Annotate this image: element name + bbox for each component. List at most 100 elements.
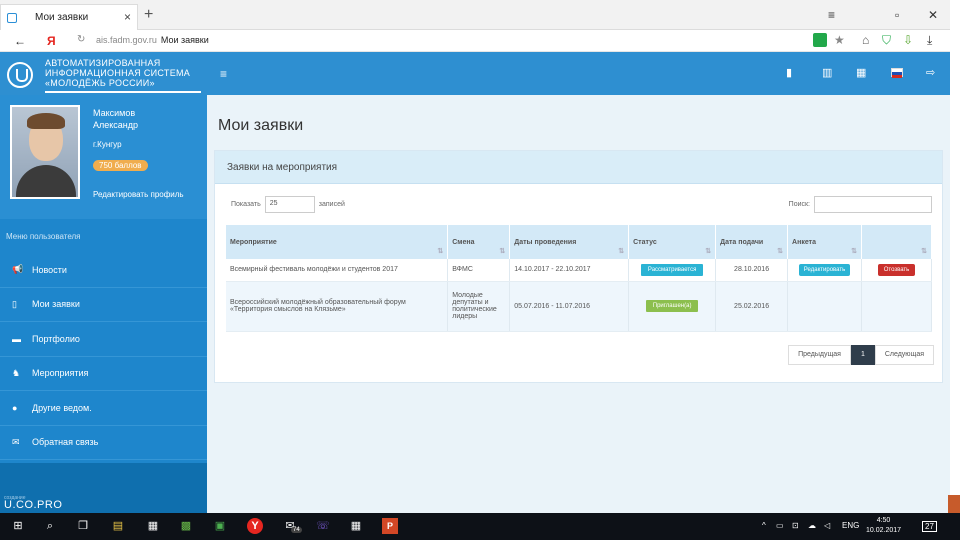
- book-icon[interactable]: ▮: [786, 66, 792, 79]
- column-header-form[interactable]: Анкета ⇅: [787, 225, 863, 259]
- sidebar-item-events[interactable]: ♞ Мероприятия: [0, 357, 207, 391]
- sidebar-item-my-requests[interactable]: ▯ Мои заявки: [0, 288, 207, 322]
- column-label: Статус: [633, 238, 657, 246]
- column-header-shift[interactable]: Смена ⇅: [447, 225, 511, 259]
- main-content: Мои заявки Заявки на мероприятия Показат…: [207, 95, 950, 513]
- cell-shift: Молодые депутаты и политические лидеры: [447, 281, 511, 332]
- tray-network-icon[interactable]: ☁: [808, 521, 816, 530]
- table-header-row: Мероприятие ⇅ Смена ⇅ Даты проведения ⇅ Ста…: [226, 225, 932, 259]
- yandex-browser-icon[interactable]: Y: [247, 518, 263, 534]
- column-header-event[interactable]: Мероприятие ⇅: [226, 225, 449, 259]
- cell-dates: 05.07.2016 - 11.07.2016: [509, 281, 630, 332]
- viber-icon[interactable]: ☏: [315, 518, 331, 534]
- windows-start-icon[interactable]: ⊞: [10, 518, 26, 534]
- edit-profile-link[interactable]: Редактировать профиль: [93, 190, 184, 199]
- language-indicator[interactable]: ENG: [842, 521, 859, 530]
- language-flag-icon[interactable]: [891, 68, 903, 78]
- calculator-icon[interactable]: ▦: [348, 518, 364, 534]
- browser-tab[interactable]: Мои заявки ×: [0, 4, 138, 30]
- search-icon[interactable]: ⌕: [42, 518, 58, 534]
- sort-icon: ⇅: [851, 248, 858, 255]
- folder-icon: ▬: [12, 333, 21, 344]
- tab-close-icon[interactable]: ×: [124, 10, 131, 24]
- tray-battery-icon[interactable]: ▭: [776, 521, 784, 530]
- profile-block: Максимов Александр г.Кунгур 750 баллов Р…: [0, 95, 207, 219]
- tray-volume-icon[interactable]: ◁: [824, 521, 830, 530]
- pagination-page-button[interactable]: 1: [850, 345, 875, 365]
- grid-icon[interactable]: ▦: [856, 66, 866, 79]
- photos-icon[interactable]: ▩: [178, 518, 194, 534]
- sidebar-item-news[interactable]: 📢 Новости: [0, 253, 207, 288]
- sort-icon: ⇅: [437, 248, 444, 255]
- column-label: Дата подачи: [720, 238, 764, 246]
- column-label: Даты проведения: [514, 238, 577, 246]
- sidebar-item-other-agencies[interactable]: ● Другие ведом.: [0, 391, 207, 426]
- sidebar-item-label: Обратная связь: [32, 437, 99, 448]
- tray-keyboard-icon[interactable]: ⊡: [792, 521, 799, 530]
- footer-brand[interactable]: U.CO.PRO: [4, 499, 62, 511]
- sidebar: Максимов Александр г.Кунгур 750 баллов Р…: [0, 95, 207, 513]
- file-explorer-icon[interactable]: ▤: [110, 518, 126, 534]
- status-badge: Приглашен(а): [645, 300, 699, 312]
- taskbar: ⊞ ⌕ ❐ ▤ ▦ ▩ ▣ Y ✉ 74 ☏ ▦ P ^ ▭ ⊡ ☁ ◁ ENG…: [0, 513, 960, 540]
- mail-badge: 74: [291, 527, 302, 533]
- map-marker-icon: ●: [12, 402, 18, 413]
- table-row: Всероссийский молодёжный образовательный…: [226, 281, 932, 332]
- search-label: Поиск:: [788, 201, 810, 208]
- avatar-body: [16, 165, 76, 197]
- task-view-icon[interactable]: ❐: [75, 518, 91, 534]
- profile-name: Максимов Александр: [93, 107, 138, 131]
- pagination-next-button[interactable]: Следующая: [874, 345, 934, 365]
- store-icon[interactable]: ▦: [145, 518, 161, 534]
- url-field[interactable]: ais.fadm.gov.ru Мои заявки: [96, 35, 209, 45]
- powerpoint-icon[interactable]: P: [382, 518, 398, 534]
- column-header-submitted[interactable]: Дата подачи ⇅: [715, 225, 789, 259]
- app-header: АВТОМАТИЗИРОВАННАЯ ИНФОРМАЦИОННАЯ СИСТЕМ…: [0, 52, 950, 95]
- withdraw-button[interactable]: Отозвать: [877, 263, 916, 276]
- column-header-actions[interactable]: ⇅: [861, 225, 932, 259]
- column-header-status[interactable]: Статус ⇅: [628, 225, 717, 259]
- edit-form-button[interactable]: Редактировать: [798, 263, 851, 276]
- home-icon[interactable]: ⌂: [862, 33, 869, 47]
- bookmark-star-icon[interactable]: ★: [834, 33, 845, 47]
- download-ext-icon[interactable]: ⇩: [903, 33, 913, 47]
- browser-tabbar: Мои заявки × + ≡ ▫ ✕: [0, 0, 950, 30]
- cell-shift: ВФМС: [447, 259, 511, 282]
- search-control: Поиск:: [789, 196, 932, 213]
- hamburger-menu-icon[interactable]: ≡: [220, 67, 227, 81]
- notification-center-icon[interactable]: 27: [922, 521, 937, 532]
- back-icon[interactable]: ←: [14, 34, 26, 48]
- close-window-icon[interactable]: ✕: [928, 8, 938, 22]
- taskbar-clock[interactable]: 4:50 10.02.2017: [866, 516, 901, 536]
- menu-icon[interactable]: ≡: [828, 8, 835, 22]
- sidebar-item-portfolio[interactable]: ▬ Портфолио: [0, 322, 207, 357]
- profile-city: г.Кунгур: [93, 140, 122, 149]
- sidebar-item-label: Портфолио: [32, 333, 80, 344]
- pagination-prev-button[interactable]: Предыдущая: [788, 345, 851, 365]
- sidebar-item-label: Мероприятия: [32, 368, 89, 379]
- reload-icon[interactable]: ↻: [77, 34, 85, 45]
- cell-status: Приглашен(а): [628, 281, 717, 332]
- logout-icon[interactable]: ⇨: [926, 66, 935, 79]
- restore-icon[interactable]: ▫: [895, 8, 899, 22]
- profile-surname: Максимов: [93, 108, 136, 118]
- logo-line-2: ИНФОРМАЦИОННАЯ СИСТЕМА: [45, 68, 191, 78]
- avatar[interactable]: [10, 105, 80, 199]
- lock-icon[interactable]: [813, 33, 827, 47]
- yandex-logo-icon[interactable]: Я: [47, 34, 56, 48]
- url-domain: ais.fadm.gov.ru: [96, 35, 157, 45]
- app-green-icon[interactable]: ▣: [212, 518, 228, 534]
- tab-title: Мои заявки: [35, 12, 89, 23]
- downloads-icon[interactable]: ⤓: [927, 33, 932, 48]
- new-tab-button[interactable]: +: [144, 6, 153, 24]
- tray-expand-icon[interactable]: ^: [762, 521, 766, 530]
- logo-text[interactable]: АВТОМАТИЗИРОВАННАЯ ИНФОРМАЦИОННАЯ СИСТЕМ…: [45, 58, 190, 88]
- shield-icon[interactable]: ⛉: [882, 33, 891, 48]
- search-input[interactable]: [814, 196, 932, 213]
- column-header-dates[interactable]: Даты проведения ⇅: [509, 225, 630, 259]
- stats-icon[interactable]: ▥: [822, 66, 832, 79]
- logo-icon[interactable]: [7, 62, 33, 88]
- page-length-select[interactable]: 25: [264, 196, 315, 213]
- sidebar-item-feedback[interactable]: ✉ Обратная связь: [0, 426, 207, 460]
- requests-card: Заявки на мероприятия Показать 25 записе…: [214, 150, 943, 383]
